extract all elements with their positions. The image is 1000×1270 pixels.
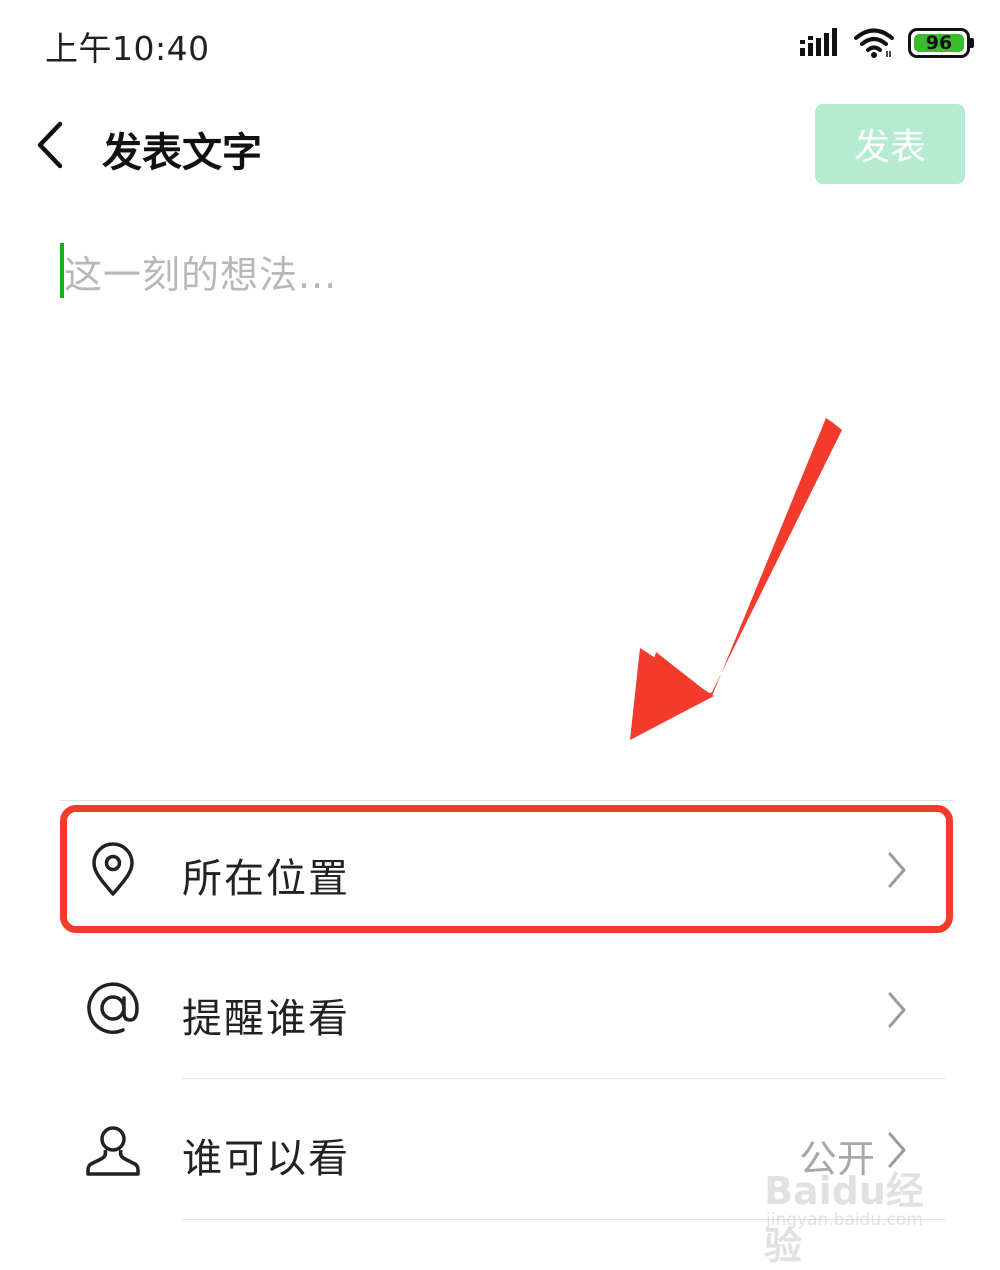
watermark-url: jingyan.baidu.com (766, 1210, 923, 1230)
watermark: Baidu经验 jingyan.baidu.com (764, 1160, 954, 1268)
wifi-icon (854, 28, 894, 58)
status-icons: 96 (800, 26, 974, 60)
page-title: 发表文字 (102, 130, 262, 176)
highlight-box (60, 805, 953, 933)
title-bar: 发表文字 发表 (0, 100, 1000, 190)
back-arrow-icon[interactable] (30, 118, 74, 172)
person-icon (86, 1126, 140, 1176)
battery-icon: 96 (908, 28, 974, 58)
status-time: 上午10:40 (45, 29, 210, 68)
post-placeholder: 这一刻的想法... (64, 253, 338, 297)
red-arrow-annotation (630, 418, 842, 740)
option-label: 谁可以看 (182, 1136, 350, 1182)
signal-icon (800, 28, 837, 56)
option-row-mention[interactable]: 提醒谁看 (0, 940, 1000, 1080)
battery-level: 96 (925, 32, 953, 54)
publish-button[interactable]: 发表 (815, 104, 965, 184)
chevron-right-icon (888, 992, 906, 1028)
status-bar: 上午10:40 96 (0, 0, 1000, 88)
option-label: 提醒谁看 (182, 996, 350, 1042)
at-icon (87, 982, 139, 1034)
